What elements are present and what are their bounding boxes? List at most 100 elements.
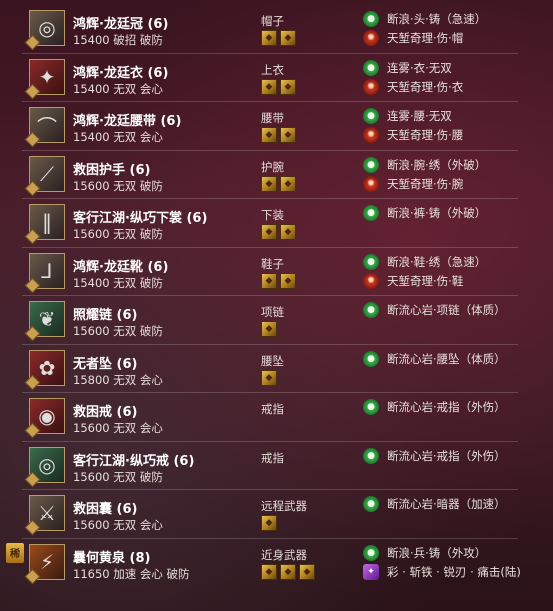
gem-icon[interactable]: ◆ [261,224,277,240]
item-name[interactable]: 救困囊 (6) [73,498,137,517]
gem-icon[interactable]: ◆ [261,321,277,337]
enchant-secondary-label: 天堑奇理·伤·鞋 [387,273,464,288]
gem-icon[interactable]: ◆ [280,224,296,240]
rarity-badge: 稀 [6,542,24,563]
enchant-primary-label: 断浪·裤·铸（外破） [387,206,487,220]
boots-icon-glyph: ⅃ [41,258,53,283]
enchant-primary[interactable]: ● 断浪·兵·铸（外攻） [363,544,487,561]
pants-icon-glyph: ‖ [42,210,52,234]
equipment-row[interactable]: ◎ 客行江湖·纵巧戒 (6) 15600 无双 破防 戒指 ● 断流心岩·戒指（外伤） [0,440,553,490]
enchant-primary-label: 断流心岩·腰坠（体质） [387,351,506,366]
item-name[interactable]: 曩何黄泉 (8) [73,547,150,566]
enchant-secondary[interactable]: ✺ 天堑奇理·伤·帽 [363,30,463,46]
enchant-primary[interactable]: ● 断浪·鞋·绣（急速） [363,253,486,270]
necklace-icon[interactable]: ❦ [24,301,65,342]
gem-icon[interactable]: ◆ [261,369,277,386]
gem-icon[interactable]: ◆ [261,30,277,46]
equipment-row[interactable]: ⅃ 鸿辉·龙廷靴 (6) 15400 无双 破防 鞋子 ◆ ◆ ● 断浪·鞋·绣（急速） ✺ 天堑… [0,246,553,296]
enchant-primary[interactable]: ● 断浪·头·铸（急速） [363,11,486,27]
enchant-secondary-label: 天堑奇理·伤·衣 [387,79,464,94]
gem-icon[interactable]: ◆ [280,175,296,192]
item-slot: 项链 [261,305,284,319]
gem-icon[interactable]: ◆ [280,563,296,580]
equipment-row[interactable]: ⟋ 救困护手 (6) 15600 无双 破防 护腕 ◆ ◆ ● 断浪·腕·绣（外破） ✺ 天堑奇理… [0,149,553,199]
quiver-icon[interactable]: ⚔ [24,495,65,536]
equipment-row[interactable]: ✿ 无者坠 (6) 15800 无双 会心 腰坠 ◆ ● 断流心岩·腰坠（体质） [0,343,553,393]
item-slot: 腰坠 [261,353,284,368]
enchant-primary-label: 断浪·腕·绣（外破） [387,157,487,172]
gem-icon[interactable]: ◆ [280,127,296,143]
item-name[interactable]: 照耀链 (6) [73,304,137,323]
gem-icon[interactable]: ◆ [280,272,296,289]
armor-icon[interactable]: ✦ [24,58,65,99]
gem-icon[interactable]: ◆ [261,515,277,531]
enchant-primary[interactable]: ● 断流心岩·腰坠（体质） [363,350,506,367]
enchant-secondary[interactable]: ✦ 彩 · 斩铁 · 锐刃 · 痛击(陆) [363,563,521,580]
ring-icon[interactable]: ◉ [24,398,65,439]
equipment-row[interactable]: ⌒ 鸿辉·龙廷腰带 (6) 15400 无双 会心 腰带 ◆ ◆ ● 连雾·腰·无双 ✺ 天堑奇理… [0,101,553,150]
belt-icon-glyph: ⌒ [37,114,57,139]
ring-icon-glyph: ◉ [38,404,56,428]
enchant-primary[interactable]: ● 连雾·腰·无双 [363,108,452,124]
enchant-primary[interactable]: ● 断流心岩·戒指（外伤） [363,447,506,464]
gem-icon[interactable]: ◆ [299,563,315,580]
ring-icon-glyph: ◎ [38,452,56,477]
enchant-secondary[interactable]: ✺ 天堑奇理·伤·腰 [363,127,463,143]
enchant-primary-label: 断浪·兵·铸（外攻） [387,545,487,560]
ring-icon[interactable]: ◎ [24,446,65,487]
gem-icon[interactable]: ◆ [280,78,296,95]
item-name[interactable]: 救困护手 (6) [73,159,150,178]
item-slot: 戒指 [261,450,284,465]
belt-icon[interactable]: ⌒ [24,107,65,148]
enchant-primary[interactable]: ● 断流心岩·戒指（外伤） [363,399,506,415]
gem-icon[interactable]: ◆ [261,175,277,192]
item-slot: 戒指 [261,402,284,416]
equipment-row[interactable]: 稀 ⚡ 曩何黄泉 (8) 11650 加速 会心 破防 近身武器 ◆ ◆ ◆ ● 断浪·兵·铸（外… [0,537,553,587]
enchant-primary[interactable]: ● 断浪·裤·铸（外破） [363,205,486,221]
gem-icon[interactable]: ◆ [261,272,277,289]
enchant-primary[interactable]: ● 断流心岩·暗器（加速） [363,496,506,512]
item-name[interactable]: 鸿辉·龙廷衣 (6) [73,62,168,81]
enchant-primary[interactable]: ● 连雾·衣·无双 [363,59,452,76]
enchant-secondary-label: 彩 · 斩铁 · 锐刃 · 痛击(陆) [387,564,521,579]
equipment-row[interactable]: ⚔ 救困囊 (6) 15600 无双 会心 远程武器 ◆ ● 断流心岩·暗器（加速） [0,489,553,538]
gem-icon[interactable]: ◆ [280,30,296,46]
hat-icon[interactable]: ◎ [24,10,65,51]
item-name[interactable]: 救困戒 (6) [73,401,137,420]
item-slot: 上衣 [261,62,284,77]
bracer-icon[interactable]: ⟋ [24,155,65,196]
enchant-primary[interactable]: ● 断流心岩·项链（体质） [363,302,506,318]
gem-slots: ◆ ◆ [261,78,296,95]
enchant-secondary[interactable]: ✺ 天堑奇理·伤·衣 [363,78,464,95]
enchant-secondary[interactable]: ✺ 天堑奇理·伤·鞋 [363,272,464,289]
enchant-primary-label: 断浪·头·铸（急速） [387,12,487,26]
item-stats: 15400 无双 破防 [73,275,163,290]
item-name[interactable]: 客行江湖·纵巧戒 (6) [73,450,194,469]
equipment-row[interactable]: ❦ 照耀链 (6) 15600 无双 破防 项链 ◆ ● 断流心岩·项链（体质） [0,295,553,344]
item-name[interactable]: 鸿辉·龙廷腰带 (6) [73,110,181,129]
boots-icon[interactable]: ⅃ [24,252,65,293]
enchant-primary[interactable]: ● 断浪·腕·绣（外破） [363,156,487,173]
enchant-icon: ● [363,205,379,221]
pendant-icon-glyph: ✿ [38,355,56,380]
item-name[interactable]: 客行江湖·纵巧下裳 (6) [73,207,207,226]
equipment-row[interactable]: ✦ 鸿辉·龙廷衣 (6) 15400 无双 会心 上衣 ◆ ◆ ● 连雾·衣·无双 ✺ 天堑奇理·… [0,52,553,102]
gem-icon[interactable]: ◆ [261,78,277,95]
item-stats: 15600 无双 破防 [73,178,163,193]
item-name[interactable]: 无者坠 (6) [73,353,137,372]
equipment-row[interactable]: ◎ 鸿辉·龙廷冠 (6) 15400 破招 破防 帽子 ◆ ◆ ● 断浪·头·铸（急速） ✺ 天堑… [0,4,553,53]
enchant-secondary[interactable]: ✺ 天堑奇理·伤·腕 [363,175,463,192]
pendant-icon[interactable]: ✿ [24,349,65,390]
gem-icon[interactable]: ◆ [261,127,277,143]
item-name[interactable]: 鸿辉·龙廷冠 (6) [73,13,168,32]
item-stats: 15600 无双 会心 [73,518,163,532]
equipment-row[interactable]: ◉ 救困戒 (6) 15600 无双 会心 戒指 ● 断流心岩·戒指（外伤） [0,392,553,441]
gem-icon[interactable]: ◆ [261,563,277,580]
enchant-secondary-label: 天堑奇理·伤·帽 [387,31,464,45]
item-name[interactable]: 鸿辉·龙廷靴 (6) [73,256,168,275]
enchant-primary-label: 断流心岩·戒指（外伤） [387,448,506,463]
pants-icon[interactable]: ‖ [24,204,65,245]
equipment-row[interactable]: ‖ 客行江湖·纵巧下裳 (6) 15600 无双 破防 下装 ◆ ◆ ● 断浪·裤·铸（外破） [0,198,553,247]
item-stats: 15400 无双 会心 [73,130,163,144]
blade-icon[interactable]: ⚡ [24,543,65,584]
